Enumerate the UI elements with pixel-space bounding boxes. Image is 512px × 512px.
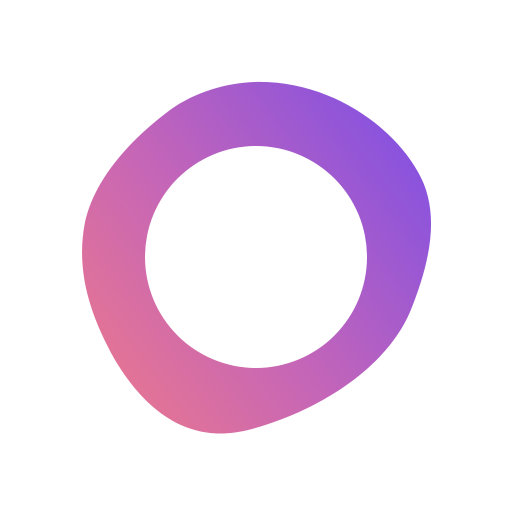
ring-logo-icon: [82, 81, 432, 434]
ring-shape: [82, 81, 432, 434]
app-icon-canvas: [0, 0, 512, 512]
